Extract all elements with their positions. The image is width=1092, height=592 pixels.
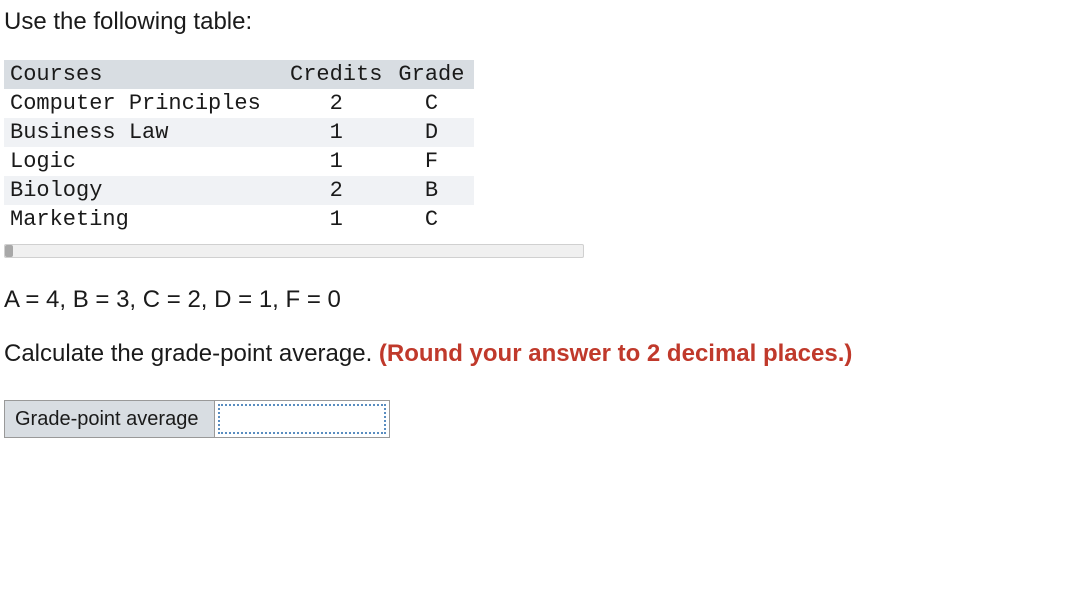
table-row: Biology 2 B [4,176,474,205]
gpa-input[interactable] [218,404,386,434]
answer-label: Grade-point average [5,401,215,438]
table-row: Logic 1 F [4,147,474,176]
cell-credits: 1 [284,118,392,147]
cell-grade: C [392,89,474,118]
scrollbar-thumb[interactable] [5,245,13,257]
table-header-row: Courses Credits Grade [4,60,474,89]
cell-credits: 1 [284,205,392,234]
cell-course: Logic [4,147,284,176]
cell-course: Biology [4,176,284,205]
cell-grade: F [392,147,474,176]
cell-credits: 2 [284,89,392,118]
answer-input-cell [215,401,390,438]
cell-grade: B [392,176,474,205]
course-table: Courses Credits Grade Computer Principle… [4,60,474,234]
cell-credits: 2 [284,176,392,205]
cell-credits: 1 [284,147,392,176]
cell-course: Computer Principles [4,89,284,118]
cell-grade: D [392,118,474,147]
calc-emphasis: (Round your answer to 2 decimal places.) [379,340,852,367]
table-row: Computer Principles 2 C [4,89,474,118]
header-courses: Courses [4,60,284,89]
calc-prompt-text: Calculate the grade-point average. [4,340,379,367]
intro-text: Use the following table: [4,8,1088,36]
calc-prompt: Calculate the grade-point average. (Roun… [4,340,1088,368]
cell-grade: C [392,205,474,234]
table-row: Marketing 1 C [4,205,474,234]
header-grade: Grade [392,60,474,89]
grade-scale-text: A = 4, B = 3, C = 2, D = 1, F = 0 [4,286,1088,314]
table-row: Business Law 1 D [4,118,474,147]
cell-course: Business Law [4,118,284,147]
header-credits: Credits [284,60,392,89]
cell-course: Marketing [4,205,284,234]
horizontal-scrollbar[interactable] [4,244,584,258]
answer-table: Grade-point average [4,400,390,438]
